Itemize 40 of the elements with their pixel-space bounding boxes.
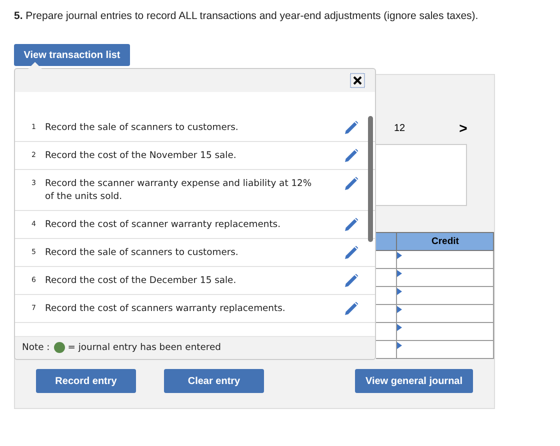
page-number: 12 bbox=[394, 122, 406, 134]
view-transaction-list-button[interactable]: View transaction list bbox=[14, 44, 130, 66]
credit-cell[interactable] bbox=[396, 250, 494, 268]
transaction-text: Record the sale of scanners to customers. bbox=[45, 246, 240, 260]
table-cell[interactable] bbox=[376, 286, 397, 304]
transaction-text: Record the scanner warranty expense and liability at 12% of the units sold. bbox=[45, 177, 313, 204]
transaction-text: Record the cost of scanners warranty replacements. bbox=[45, 302, 286, 316]
table-cell[interactable] bbox=[376, 304, 397, 322]
action-button[interactable]: Record entry bbox=[36, 369, 136, 393]
pencil-icon[interactable] bbox=[345, 218, 358, 232]
credit-cell[interactable] bbox=[396, 340, 494, 358]
scrollbar[interactable] bbox=[368, 116, 373, 242]
pencil-icon[interactable] bbox=[345, 121, 358, 134]
pencil-icon[interactable] bbox=[345, 302, 358, 316]
transaction-text: Record the sale of scanners to customers. bbox=[45, 121, 240, 134]
credit-cell[interactable] bbox=[396, 304, 494, 322]
pencil-icon[interactable] bbox=[345, 149, 358, 162]
action-button[interactable]: Clear entry bbox=[164, 369, 264, 393]
column-header: Credit bbox=[396, 232, 494, 250]
credit-cell[interactable] bbox=[396, 268, 494, 286]
table-cell[interactable] bbox=[376, 322, 397, 340]
transaction-text: Record the cost of scanner warranty replacements. bbox=[45, 218, 282, 232]
table-cell[interactable] bbox=[376, 250, 397, 268]
pencil-icon[interactable] bbox=[345, 177, 358, 190]
transaction-text: Record the cost of the November 15 sale. bbox=[45, 149, 238, 162]
credit-cell[interactable] bbox=[396, 322, 494, 340]
action-button[interactable]: View general journal bbox=[355, 369, 473, 393]
next-page-link[interactable]: > bbox=[459, 120, 468, 136]
transaction-text: Record the cost of the December 15 sale. bbox=[45, 274, 238, 288]
description-field[interactable] bbox=[376, 144, 467, 206]
close-icon[interactable] bbox=[350, 73, 365, 88]
note-text: = journal entry has been entered bbox=[68, 342, 221, 354]
table-cell[interactable] bbox=[376, 268, 397, 286]
pencil-icon[interactable] bbox=[345, 274, 358, 288]
note-label: Note : bbox=[22, 342, 50, 354]
credit-cell[interactable] bbox=[396, 286, 494, 304]
pencil-icon[interactable] bbox=[345, 246, 358, 260]
table-cell[interactable] bbox=[376, 340, 397, 358]
question-text: 5. Prepare journal entries to record ALL transactions and year-end adjustments (ignore sales taxes). bbox=[14, 10, 480, 22]
table-header bbox=[376, 232, 397, 250]
